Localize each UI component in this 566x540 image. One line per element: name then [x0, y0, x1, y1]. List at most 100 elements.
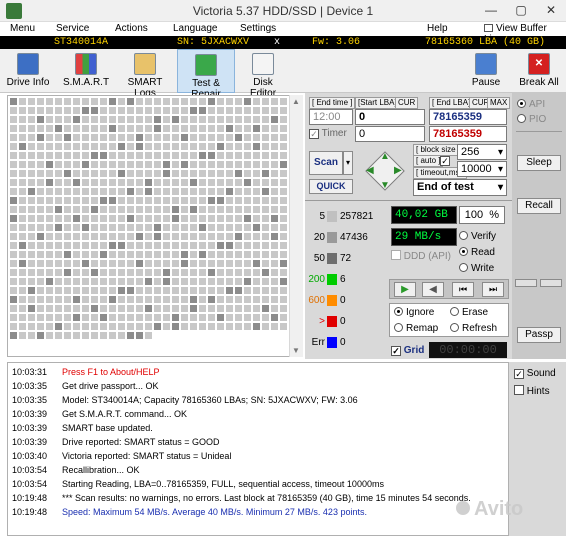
- grid-block: [253, 116, 260, 123]
- grid-block: [10, 314, 17, 321]
- passp-button[interactable]: Passp: [517, 327, 561, 343]
- grid-block: [208, 161, 215, 168]
- scroll-down-icon[interactable]: ▼: [292, 346, 300, 355]
- grid-block: [190, 323, 197, 330]
- timer-label: Timer: [321, 128, 347, 139]
- maximize-button[interactable]: ▢: [506, 0, 536, 21]
- mode-read[interactable]: Read: [459, 247, 495, 258]
- repair-erase[interactable]: Erase: [450, 307, 488, 318]
- avito-watermark: Avito: [456, 498, 523, 521]
- grid-checkbox[interactable]: ✓ Grid: [391, 345, 424, 356]
- side-small-button-2[interactable]: [540, 279, 562, 287]
- start-lba-field[interactable]: 0: [355, 109, 425, 125]
- grid-block: [280, 287, 287, 294]
- arrow-left-icon[interactable]: ◀: [366, 165, 374, 176]
- mode-write[interactable]: Write: [459, 263, 494, 274]
- grid-block: [100, 242, 107, 249]
- skip-button[interactable]: ⏭: [482, 282, 504, 297]
- grid-block: [154, 188, 161, 195]
- break-all-button[interactable]: ✕ Break All: [518, 49, 560, 93]
- minimize-button[interactable]: —: [476, 0, 506, 21]
- grid-block: [271, 161, 278, 168]
- smart-logs-button[interactable]: SMART Logs: [116, 49, 174, 99]
- block-size-select[interactable]: 256: [457, 144, 507, 160]
- grid-block: [91, 269, 98, 276]
- menu-item-language[interactable]: Language: [173, 23, 218, 34]
- menu-item-settings[interactable]: Settings: [240, 23, 276, 34]
- grid-block: [154, 287, 161, 294]
- grid-block: [19, 206, 26, 213]
- grid-block: [10, 287, 17, 294]
- auto-checkbox[interactable]: ✓: [440, 154, 450, 166]
- disk-editor-button[interactable]: Disk Editor: [239, 49, 287, 99]
- end-lba-field-2[interactable]: 78165359: [429, 126, 507, 142]
- mode-verify[interactable]: Verify: [459, 231, 496, 242]
- event-log[interactable]: 10:03:31 Press F1 to About/HELP 10:03:35 Ge…: [7, 362, 509, 536]
- grid-block: [163, 233, 170, 240]
- menu-item-menu[interactable]: Menu: [10, 23, 35, 34]
- grid-block: [136, 287, 143, 294]
- grid-scrollbar[interactable]: ▲ ▼: [289, 95, 303, 357]
- recall-button[interactable]: Recall: [517, 198, 561, 214]
- close-button[interactable]: ✕: [536, 0, 566, 21]
- drive-info-button[interactable]: Drive Info: [5, 49, 51, 93]
- grid-block: [28, 323, 35, 330]
- grid-block: [118, 188, 125, 195]
- timer-checkbox[interactable]: ✓ Timer: [309, 128, 347, 139]
- arrow-right-icon[interactable]: ▶: [394, 165, 402, 176]
- side-panel: API PIO Sleep Recall Passp: [512, 93, 566, 359]
- log-time: 10:03:31: [12, 367, 48, 377]
- scan-button[interactable]: Scan: [309, 151, 343, 175]
- sleep-button[interactable]: Sleep: [517, 155, 561, 171]
- grid-block: [190, 296, 197, 303]
- smart-button[interactable]: S.M.A.R.T: [60, 49, 112, 93]
- grid-block: [145, 269, 152, 276]
- grid-block: [82, 98, 89, 105]
- play-forward-button[interactable]: ▶: [394, 282, 416, 297]
- direction-pad[interactable]: ▲ ▼ ◀ ▶: [361, 147, 409, 195]
- pause-button[interactable]: Pause: [466, 49, 506, 93]
- grid-block: [199, 134, 206, 141]
- hints-checkbox[interactable]: Hints: [514, 385, 550, 397]
- grid-block: [109, 314, 116, 321]
- ddd-api-checkbox[interactable]: DDD (API): [391, 250, 451, 262]
- grid-block: [253, 125, 260, 132]
- quick-button[interactable]: QUICK: [309, 179, 353, 194]
- log-time: 10:19:48: [12, 507, 48, 517]
- repair-refresh[interactable]: Refresh: [450, 323, 497, 334]
- test-repair-button[interactable]: Test & Repair: [177, 49, 235, 100]
- drive-close-x[interactable]: x: [274, 36, 280, 49]
- max-button[interactable]: MAX: [487, 97, 511, 109]
- grid-block: [109, 188, 116, 195]
- hints-label: Hints: [526, 386, 550, 397]
- menu-item-actions[interactable]: Actions: [115, 23, 148, 34]
- timer-field[interactable]: 0: [355, 126, 425, 142]
- grid-block: [271, 278, 278, 285]
- end-action-select[interactable]: End of test: [413, 179, 507, 196]
- grid-block: [181, 188, 188, 195]
- pio-radio[interactable]: PIO: [517, 114, 546, 125]
- timeout-select[interactable]: 10000: [457, 161, 507, 177]
- menu-item-help[interactable]: Help: [427, 23, 448, 34]
- seek-button[interactable]: ⏮: [452, 282, 474, 297]
- arrow-down-icon[interactable]: ▼: [380, 180, 390, 191]
- grid-block: [208, 224, 215, 231]
- grid-block: [136, 224, 143, 231]
- sound-checkbox[interactable]: ✓ Sound: [514, 368, 556, 379]
- side-small-button-1[interactable]: [515, 279, 537, 287]
- cur-button-start[interactable]: CUR: [395, 97, 419, 109]
- api-label: API: [529, 99, 546, 110]
- scroll-up-icon[interactable]: ▲: [292, 97, 300, 106]
- end-lba-field[interactable]: 78165359: [429, 109, 507, 125]
- repair-ignore[interactable]: Ignore: [394, 307, 434, 318]
- end-time-field[interactable]: 12:00: [309, 109, 353, 125]
- scan-dropdown-button[interactable]: ▾: [343, 151, 353, 175]
- play-back-button[interactable]: ◀: [422, 282, 444, 297]
- grid-block: [64, 188, 71, 195]
- api-radio[interactable]: API: [517, 99, 545, 110]
- menu-item-service[interactable]: Service: [56, 23, 89, 34]
- arrow-up-icon[interactable]: ▲: [380, 151, 390, 162]
- repair-remap[interactable]: Remap: [394, 323, 438, 334]
- grid-block: [163, 215, 170, 222]
- grid-block: [55, 188, 62, 195]
